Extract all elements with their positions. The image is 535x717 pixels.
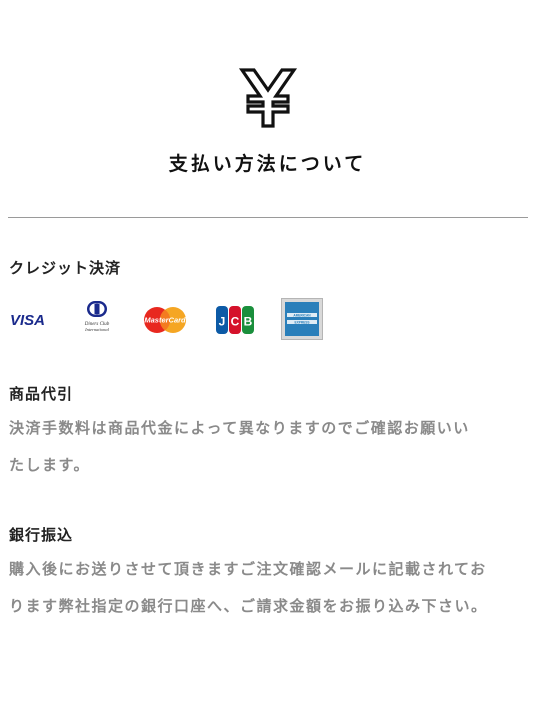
svg-text:J: J — [219, 315, 226, 329]
cod-line-1: 決済手数料は商品代金によって異なりますのでご確認お願いい — [9, 419, 470, 437]
bank-transfer-description: 購入後にお送りさせて頂きますご注文確認メールに記載されてお ります弊社指定の銀行… — [9, 551, 529, 625]
payment-methods-page: 支払い方法について クレジット決済 VISA Diners Club Inter… — [0, 0, 535, 717]
svg-text:B: B — [244, 315, 253, 329]
page-title: 支払い方法について — [168, 153, 367, 175]
credit-card-section: クレジット決済 — [9, 257, 529, 278]
amex-logo-icon: AMERICAN EXPRESS — [281, 298, 323, 340]
jcb-logo-icon: J C B — [216, 306, 254, 334]
mastercard-logo-icon: MasterCard — [144, 307, 186, 333]
svg-text:MasterCard: MasterCard — [144, 316, 186, 325]
svg-text:International: International — [84, 327, 109, 332]
credit-card-heading: クレジット決済 — [9, 259, 122, 277]
bank-line-1: 購入後にお送りさせて頂きますご注文確認メールに記載されてお — [9, 560, 487, 578]
cod-line-2: たします。 — [9, 456, 91, 474]
visa-logo-icon: VISA — [10, 312, 45, 329]
bank-line-2: ります弊社指定の銀行口座へ、ご請求金額をお振り込み下さい。 — [9, 597, 488, 615]
cod-heading: 商品代引 — [9, 385, 74, 403]
svg-text:EXPRESS: EXPRESS — [294, 320, 309, 324]
svg-text:C: C — [231, 315, 240, 329]
bank-transfer-section: 銀行振込 購入後にお送りさせて頂きますご注文確認メールに記載されてお ります弊社… — [9, 524, 529, 625]
section-divider — [8, 217, 528, 218]
visa-logo-text: VISA — [10, 312, 45, 329]
bank-transfer-heading: 銀行振込 — [9, 526, 74, 544]
yen-icon — [238, 68, 297, 128]
cod-description: 決済手数料は商品代金によって異なりますのでご確認お願いい たします。 — [9, 410, 529, 484]
svg-text:AMERICAN: AMERICAN — [293, 313, 311, 317]
diners-club-logo-icon: Diners Club International — [84, 301, 110, 332]
cash-on-delivery-section: 商品代引 決済手数料は商品代金によって異なりますのでご確認お願いい たします。 — [9, 383, 529, 484]
hero-header: 支払い方法について — [0, 0, 535, 176]
